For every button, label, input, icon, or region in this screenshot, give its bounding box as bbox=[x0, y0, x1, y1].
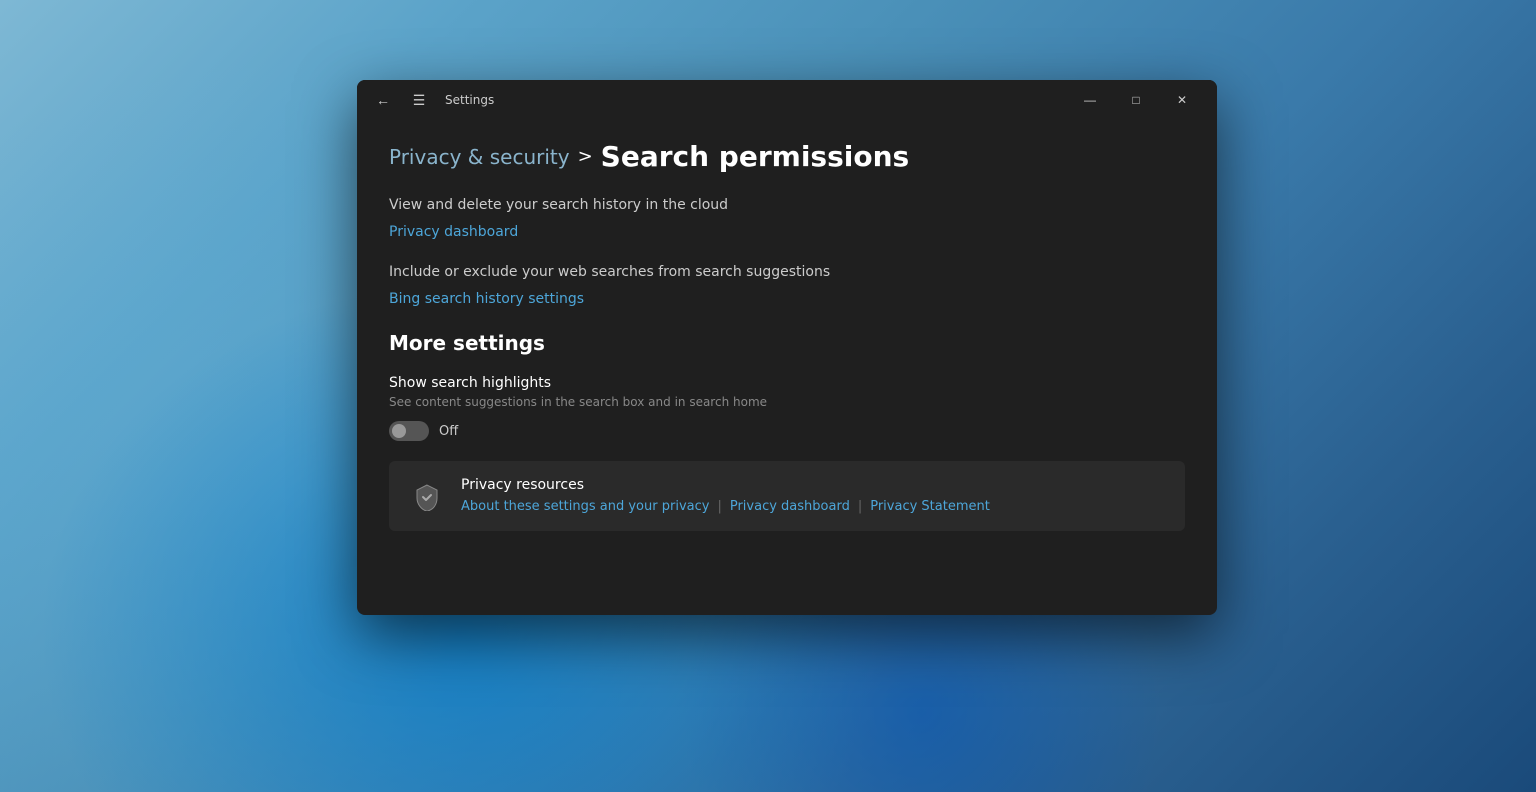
content-area: Privacy & security > Search permissions … bbox=[357, 120, 1217, 615]
search-highlights-toggle[interactable] bbox=[389, 421, 429, 441]
close-button[interactable]: ✕ bbox=[1159, 84, 1205, 116]
search-highlights-setting: Show search highlights See content sugge… bbox=[389, 375, 1185, 441]
search-highlights-subtitle: See content suggestions in the search bo… bbox=[389, 395, 1185, 409]
breadcrumb-current: Search permissions bbox=[601, 140, 910, 173]
breadcrumb-parent[interactable]: Privacy & security bbox=[389, 145, 570, 169]
maximize-button[interactable]: □ bbox=[1113, 84, 1159, 116]
privacy-resources-content: Privacy resources About these settings a… bbox=[461, 477, 990, 514]
separator-2: | bbox=[858, 499, 862, 514]
privacy-resources-footer: Privacy resources About these settings a… bbox=[389, 461, 1185, 531]
toggle-knob bbox=[392, 424, 406, 438]
cloud-section-desc: View and delete your search history in t… bbox=[389, 197, 1185, 213]
suggestions-section-desc: Include or exclude your web searches fro… bbox=[389, 264, 1185, 280]
more-settings-heading: More settings bbox=[389, 331, 1185, 355]
breadcrumb: Privacy & security > Search permissions bbox=[389, 140, 1185, 173]
titlebar-left: ← ☰ Settings bbox=[369, 86, 494, 114]
shield-icon bbox=[409, 479, 445, 515]
menu-button[interactable]: ☰ bbox=[405, 86, 433, 114]
about-privacy-link[interactable]: About these settings and your privacy bbox=[461, 499, 709, 514]
back-button[interactable]: ← bbox=[369, 86, 397, 114]
window-controls: — □ ✕ bbox=[1067, 84, 1205, 116]
titlebar: ← ☰ Settings — □ ✕ bbox=[357, 80, 1217, 120]
privacy-statement-link[interactable]: Privacy Statement bbox=[870, 499, 990, 514]
search-highlights-toggle-row: Off bbox=[389, 421, 1185, 441]
bing-search-history-link[interactable]: Bing search history settings bbox=[389, 291, 584, 307]
settings-window: ← ☰ Settings — □ ✕ Privacy & security > … bbox=[357, 80, 1217, 615]
search-highlights-title: Show search highlights bbox=[389, 375, 1185, 391]
separator-1: | bbox=[717, 499, 721, 514]
minimize-button[interactable]: — bbox=[1067, 84, 1113, 116]
privacy-resources-title: Privacy resources bbox=[461, 477, 990, 493]
privacy-dashboard-link[interactable]: Privacy dashboard bbox=[389, 224, 518, 240]
search-highlights-toggle-label: Off bbox=[439, 424, 458, 439]
breadcrumb-chevron: > bbox=[578, 146, 593, 167]
window-title: Settings bbox=[445, 93, 494, 107]
privacy-dashboard-footer-link[interactable]: Privacy dashboard bbox=[730, 499, 850, 514]
footer-links: About these settings and your privacy | … bbox=[461, 499, 990, 514]
